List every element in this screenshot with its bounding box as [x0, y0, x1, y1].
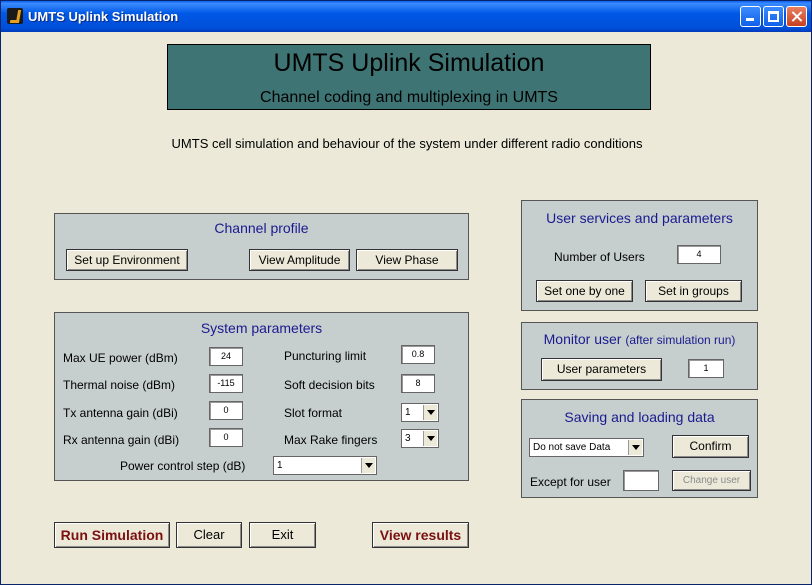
chevron-down-icon[interactable]	[423, 405, 437, 420]
puncturing-limit-label: Puncturing limit	[284, 349, 367, 363]
save-option-value: Do not save Data	[533, 442, 611, 453]
rx-antenna-gain-label: Rx antenna gain (dBi)	[63, 433, 180, 447]
max-rake-fingers-select[interactable]: 3	[401, 429, 439, 448]
close-icon[interactable]	[786, 6, 807, 27]
user-services-panel: User services and parameters Number of U…	[521, 200, 758, 311]
header-banner: UMTS Uplink Simulation Channel coding an…	[167, 44, 651, 110]
setup-environment-button[interactable]: Set up Environment	[66, 249, 188, 271]
soft-decision-bits-input[interactable]: 8	[401, 374, 435, 393]
minimize-icon[interactable]	[740, 6, 761, 27]
power-control-step-value: 1	[277, 460, 283, 471]
channel-profile-panel: Channel profile Set up Environment View …	[54, 213, 469, 280]
page-title: UMTS Uplink Simulation	[273, 49, 545, 77]
user-services-title: User services and parameters	[546, 210, 733, 226]
view-amplitude-button[interactable]: View Amplitude	[249, 249, 350, 271]
number-of-users-label: Number of Users	[554, 250, 645, 264]
slot-format-select[interactable]: 1	[401, 403, 439, 422]
saving-loading-panel: Saving and loading data Do not save Data…	[521, 399, 758, 498]
exit-button[interactable]: Exit	[249, 522, 316, 548]
chevron-down-icon[interactable]	[361, 458, 375, 473]
description-text: UMTS cell simulation and behaviour of th…	[171, 136, 643, 151]
chevron-down-icon[interactable]	[423, 431, 437, 446]
system-parameters-panel: System parameters Max UE power (dBm) 24 …	[54, 312, 469, 481]
max-ue-power-label: Max UE power (dBm)	[63, 351, 178, 365]
maximize-icon[interactable]	[763, 6, 784, 27]
main-window: UMTS Uplink Simulation UMTS Uplink Simul…	[0, 0, 812, 585]
channel-profile-title: Channel profile	[214, 220, 309, 236]
except-for-user-input[interactable]	[623, 470, 659, 491]
set-in-groups-button[interactable]: Set in groups	[645, 280, 742, 302]
run-simulation-button[interactable]: Run Simulation	[54, 522, 170, 548]
except-for-user-label: Except for user	[530, 475, 611, 489]
monitor-user-input[interactable]: 1	[688, 359, 724, 378]
soft-decision-bits-label: Soft decision bits	[284, 378, 375, 392]
change-user-button[interactable]: Change user	[672, 470, 751, 491]
number-of-users-input[interactable]: 4	[677, 245, 721, 264]
max-ue-power-input[interactable]: 24	[209, 347, 243, 366]
page-subtitle: Channel coding and multiplexing in UMTS	[260, 89, 558, 106]
matlab-icon	[7, 8, 23, 24]
title-bar[interactable]: UMTS Uplink Simulation	[1, 1, 811, 32]
max-rake-fingers-label: Max Rake fingers	[284, 433, 378, 447]
power-control-step-select[interactable]: 1	[273, 456, 377, 475]
max-rake-fingers-value: 3	[405, 433, 411, 444]
thermal-noise-input[interactable]: -115	[209, 374, 243, 393]
chevron-down-icon[interactable]	[628, 440, 642, 455]
view-results-button[interactable]: View results	[372, 522, 469, 548]
monitor-user-title: Monitor user (after simulation run)	[522, 331, 757, 347]
set-one-by-one-button[interactable]: Set one by one	[536, 280, 633, 302]
view-phase-button[interactable]: View Phase	[356, 249, 458, 271]
monitor-user-title-note: (after simulation run)	[625, 333, 736, 347]
monitor-user-title-main: Monitor user	[543, 331, 622, 347]
confirm-button[interactable]: Confirm	[672, 435, 749, 458]
window-title: UMTS Uplink Simulation	[28, 9, 179, 24]
rx-antenna-gain-input[interactable]: 0	[209, 428, 243, 447]
power-control-step-label: Power control step (dB)	[120, 459, 246, 473]
tx-antenna-gain-label: Tx antenna gain (dBi)	[63, 406, 178, 420]
user-parameters-button[interactable]: User parameters	[541, 358, 662, 381]
clear-button[interactable]: Clear	[176, 522, 242, 548]
saving-loading-title: Saving and loading data	[564, 409, 715, 425]
save-option-select[interactable]: Do not save Data	[529, 438, 644, 457]
system-parameters-title: System parameters	[200, 320, 323, 336]
tx-antenna-gain-input[interactable]: 0	[209, 401, 243, 420]
slot-format-value: 1	[405, 407, 411, 418]
slot-format-label: Slot format	[284, 406, 343, 420]
puncturing-limit-input[interactable]: 0.8	[401, 345, 435, 364]
thermal-noise-label: Thermal noise (dBm)	[63, 378, 176, 392]
monitor-user-panel: Monitor user (after simulation run) User…	[521, 322, 758, 390]
